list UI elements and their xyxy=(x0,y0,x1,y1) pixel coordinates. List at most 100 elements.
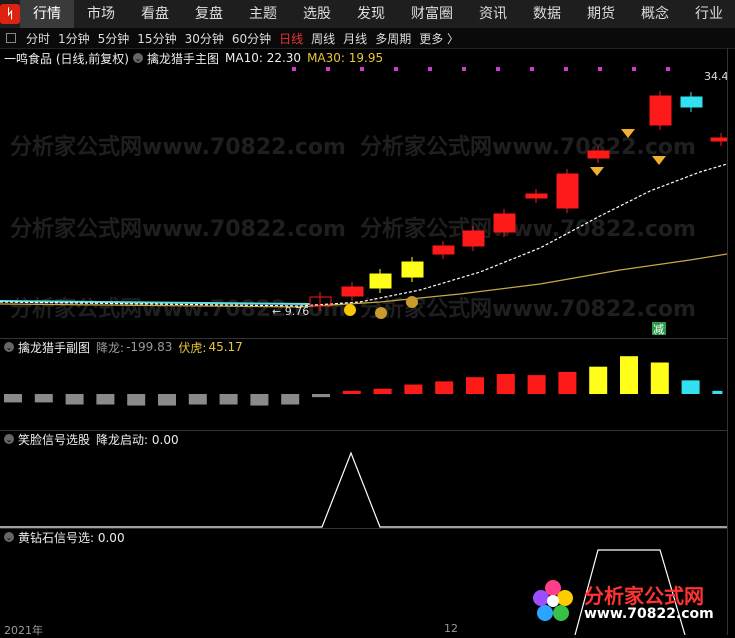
candle-body xyxy=(493,213,516,233)
nav-tab-4[interactable]: 主题 xyxy=(236,0,290,28)
panel-toggle-icon[interactable] xyxy=(6,33,16,43)
nav-tabs: 行情 市场 看盘 复盘 主题 选股 发现 财富圈 资讯 数据 期货 概念 行业 xyxy=(20,0,735,28)
sub1-bar-chart[interactable] xyxy=(0,356,727,430)
watermark-text: 分析家公式网www.70822.com xyxy=(360,216,696,242)
resistance-dot xyxy=(394,67,398,71)
sub3-header: ⌄ 黄钻石信号选: 0.00 xyxy=(0,529,125,545)
candle-body xyxy=(401,261,424,278)
low-price-label: ← 9.76 xyxy=(272,305,309,318)
chevron-down-icon[interactable]: ⌄ xyxy=(4,342,14,352)
watermark-text: 分析家公式网www.70822.com xyxy=(360,134,696,160)
smile-icon xyxy=(344,304,356,316)
nav-tab-9[interactable]: 数据 xyxy=(520,0,574,28)
app-logo[interactable]: ᛋ xyxy=(0,0,20,28)
date-axis-left: 2021年 xyxy=(4,624,43,637)
resistance-dot xyxy=(598,67,602,71)
diamond-icon xyxy=(590,167,604,176)
nav-tab-10[interactable]: 期货 xyxy=(574,0,628,28)
flower-logo-icon xyxy=(533,580,573,621)
stock-title: 一鸣食品 (日线,前复权) xyxy=(4,51,129,66)
resistance-dot xyxy=(428,67,432,71)
period-5[interactable]: 60分钟 xyxy=(228,30,275,47)
nav-tab-1[interactable]: 市场 xyxy=(74,0,128,28)
period-bar: 分时 1分钟 5分钟 15分钟 30分钟 60分钟 日线 周线 月线 多周期 更多 〉 xyxy=(0,28,735,49)
resistance-dot xyxy=(462,67,466,71)
money-bag-icon xyxy=(406,296,418,308)
period-7[interactable]: 周线 xyxy=(307,30,339,47)
smile-signal-line xyxy=(0,451,727,528)
sub1-bar xyxy=(4,394,22,403)
sub1-header: ⌄ 擒龙猎手副图 降龙: -199.83 伏虎: 45.17 xyxy=(0,339,243,355)
brand-watermark: 分析家公式网 www.70822.com xyxy=(528,576,728,626)
period-0[interactable]: 分时 xyxy=(22,30,54,47)
chevron-down-icon[interactable]: ⌄ xyxy=(133,53,143,63)
period-3[interactable]: 15分钟 xyxy=(133,30,180,47)
high-price-label: 34.4 xyxy=(704,70,727,83)
ma30-value: MA30: 19.95 xyxy=(307,51,384,65)
sub1-bar xyxy=(435,381,454,394)
period-list: 分时 1分钟 5分钟 15分钟 30分钟 60分钟 日线 周线 月线 多周期 更多 〉 xyxy=(22,30,463,47)
main-candle-chart[interactable]: 分析家公式网www.70822.com 分析家公式网www.70822.com 分析… xyxy=(0,66,727,338)
candle-body xyxy=(341,286,364,297)
money-bag-icon xyxy=(375,307,387,319)
date-axis-mid: 12 xyxy=(444,622,458,635)
period-8[interactable]: 月线 xyxy=(339,30,371,47)
sub1-bar xyxy=(650,362,669,394)
nav-tab-2[interactable]: 看盘 xyxy=(128,0,182,28)
chevron-down-icon[interactable]: ⌄ xyxy=(4,532,14,542)
sub1-bar xyxy=(34,394,53,403)
flame-icon: ᛋ xyxy=(0,4,20,24)
sub1-bar xyxy=(404,384,423,394)
nav-tab-0[interactable]: 行情 xyxy=(20,0,74,28)
sub1-bar xyxy=(96,394,115,405)
sub1-bar xyxy=(127,394,146,406)
nav-tab-8[interactable]: 资讯 xyxy=(466,0,520,28)
resistance-dot xyxy=(666,67,670,71)
ma10-value: MA10: 22.30 xyxy=(225,51,302,65)
sub1-bar xyxy=(620,356,638,394)
main-chart-header: 一鸣食品 (日线,前复权) ⌄ 擒龙猎手主图 MA10: 22.30 MA30:… xyxy=(0,50,383,66)
candle-body xyxy=(369,273,392,289)
watermark-text: 分析家公式网www.70822.com xyxy=(10,134,346,160)
sub1-bar xyxy=(158,394,176,406)
nav-tab-6[interactable]: 发现 xyxy=(344,0,398,28)
nav-tab-11[interactable]: 概念 xyxy=(628,0,682,28)
period-2[interactable]: 5分钟 xyxy=(94,30,134,47)
resistance-dot xyxy=(530,67,534,71)
period-6[interactable]: 日线 xyxy=(275,30,307,47)
candle-body xyxy=(587,150,610,159)
brand-url: www.70822.com xyxy=(584,606,714,622)
sub1-bar xyxy=(219,394,238,405)
sub3-title[interactable]: 黄钻石信号选: 0.00 xyxy=(18,529,125,546)
resistance-dot xyxy=(496,67,500,71)
nav-tab-3[interactable]: 复盘 xyxy=(182,0,236,28)
indicator-name[interactable]: 擒龙猎手主图 xyxy=(147,50,219,67)
chevron-down-icon[interactable]: ⌄ xyxy=(4,434,14,444)
sub1-bar xyxy=(466,377,484,394)
top-nav: ᛋ 行情 市场 看盘 复盘 主题 选股 发现 财富圈 资讯 数据 期货 概念 行业 xyxy=(0,0,735,29)
sub1-bar xyxy=(65,394,84,405)
sub1-title[interactable]: 擒龙猎手副图 xyxy=(18,339,90,356)
watermark-text: 分析家公式网www.70822.com xyxy=(10,216,346,242)
nav-tab-7[interactable]: 财富圈 xyxy=(398,0,466,28)
sub1-bar xyxy=(188,394,207,405)
nav-tab-12[interactable]: 行业 xyxy=(682,0,735,28)
sub2-signal-chart[interactable] xyxy=(0,448,727,528)
brand-title: 分析家公式网 xyxy=(584,584,704,608)
candle-body xyxy=(649,95,672,126)
period-4[interactable]: 30分钟 xyxy=(181,30,228,47)
sell-mark-label: 减 xyxy=(653,323,664,336)
sub1-bar xyxy=(496,374,515,394)
right-axis-border xyxy=(727,48,728,635)
sub2-title[interactable]: 笑脸信号选股 xyxy=(18,431,90,448)
sub1-bar xyxy=(250,394,269,406)
sub1-bar xyxy=(681,380,700,394)
sub1-bar xyxy=(342,390,361,394)
period-9[interactable]: 多周期 xyxy=(371,30,415,47)
sub1-bar xyxy=(558,371,577,394)
candle-body xyxy=(432,245,455,255)
period-1[interactable]: 1分钟 xyxy=(54,30,94,47)
nav-tab-5[interactable]: 选股 xyxy=(290,0,344,28)
candle-body xyxy=(525,193,548,199)
period-10[interactable]: 更多 〉 xyxy=(415,30,463,47)
